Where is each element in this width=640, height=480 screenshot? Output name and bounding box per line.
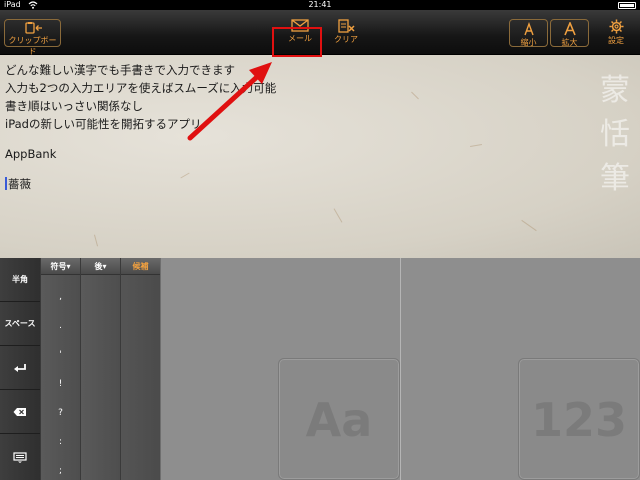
handwriting-pad-right[interactable]: 123 xyxy=(400,258,640,480)
text-line-with-cursor: 薔薇 xyxy=(5,175,625,193)
number-mode-button[interactable]: 123 xyxy=(518,358,640,480)
symbol-key[interactable]: , xyxy=(41,283,80,312)
clear-button[interactable]: クリア xyxy=(326,19,366,47)
text-editor[interactable]: どんな難しい漢字でも手書きで入力できます 入力も2つの入力エリアを使えばスムーズ… xyxy=(0,55,640,258)
after-dropdown[interactable]: 後▾ xyxy=(81,258,120,275)
symbol-key[interactable]: ! xyxy=(41,370,80,399)
watermark-char: 蒙 xyxy=(600,73,630,108)
paper-fiber xyxy=(333,208,343,223)
symbols-column: 符号▾ , . ' ! ? : ; xyxy=(40,258,80,480)
enlarge-text-button[interactable]: 拡大 xyxy=(550,19,589,47)
symbols-dropdown[interactable]: 符号▾ xyxy=(41,258,80,275)
text-line: 書き順はいっさい関係なし xyxy=(5,99,143,113)
keyboard-key[interactable] xyxy=(0,434,40,480)
symbol-key[interactable]: ? xyxy=(41,399,80,428)
symbol-key[interactable]: : xyxy=(41,428,80,457)
text-line-content: 薔薇 xyxy=(8,177,31,191)
calligraphy-watermark: 蒙 恬 筆 xyxy=(598,69,632,201)
candidate-columns: 符号▾ , . ' ! ? : ; 後▾ 候補 xyxy=(40,258,160,480)
candidates-header[interactable]: 候補 xyxy=(121,258,160,275)
alphabet-mode-button[interactable]: Aa xyxy=(278,358,400,480)
paper-fiber xyxy=(521,219,537,232)
hankaku-key[interactable]: 半角 xyxy=(0,258,40,302)
large-a-icon xyxy=(563,22,576,36)
symbol-key[interactable]: ; xyxy=(41,457,80,480)
text-line: 入力も2つの入力エリアを使えばスムーズに入力可能 xyxy=(5,81,277,95)
clear-document-icon xyxy=(338,19,355,33)
shrink-label: 縮小 xyxy=(520,38,537,47)
clipboard-icon xyxy=(24,22,42,34)
space-key[interactable]: スペース xyxy=(0,302,40,346)
backspace-icon xyxy=(13,407,26,416)
clock: 21:41 xyxy=(308,0,332,9)
clipboard-button[interactable]: クリップボード xyxy=(4,19,61,56)
symbol-key[interactable]: . xyxy=(41,312,80,341)
handwriting-pad-left[interactable]: Aa xyxy=(160,258,400,480)
clipboard-label: クリップボード xyxy=(8,36,57,56)
highlight-box xyxy=(272,27,322,57)
text-cursor xyxy=(5,177,7,190)
side-keys: 半角 スペース xyxy=(0,258,40,480)
enlarge-label: 拡大 xyxy=(561,38,578,47)
text-line: AppBank xyxy=(5,147,57,161)
handwriting-panel: 半角 スペース 符号▾ , . ' ! ? : ; 後▾ 候補 Aa 123 xyxy=(0,258,640,480)
symbol-key[interactable]: ' xyxy=(41,341,80,370)
clear-label: クリア xyxy=(334,35,358,44)
space-label: スペース xyxy=(4,319,36,328)
small-a-icon xyxy=(523,22,534,36)
candidates-column: 候補 xyxy=(120,258,160,480)
status-bar: iPad 21:41 xyxy=(0,0,640,10)
watermark-char: 筆 xyxy=(600,161,630,196)
shrink-text-button[interactable]: 縮小 xyxy=(509,19,548,47)
return-key[interactable] xyxy=(0,346,40,390)
watermark-char: 恬 xyxy=(600,117,630,152)
settings-button[interactable]: 設定 xyxy=(598,19,634,47)
text-line: どんな難しい漢字でも手書きで入力できます xyxy=(5,63,235,77)
delete-key[interactable] xyxy=(0,390,40,434)
return-icon xyxy=(14,363,26,372)
text-line: iPadの新しい可能性を開拓するアプリ xyxy=(5,117,202,131)
document-text[interactable]: どんな難しい漢字でも手書きで入力できます 入力も2つの入力エリアを使えばスムーズ… xyxy=(5,61,625,193)
hankaku-label: 半角 xyxy=(12,275,28,284)
after-column: 後▾ xyxy=(80,258,120,480)
keyboard-icon xyxy=(13,451,27,463)
battery-icon xyxy=(618,2,636,9)
settings-label: 設定 xyxy=(608,36,624,45)
gear-icon xyxy=(608,19,624,34)
paper-fiber xyxy=(93,234,99,247)
